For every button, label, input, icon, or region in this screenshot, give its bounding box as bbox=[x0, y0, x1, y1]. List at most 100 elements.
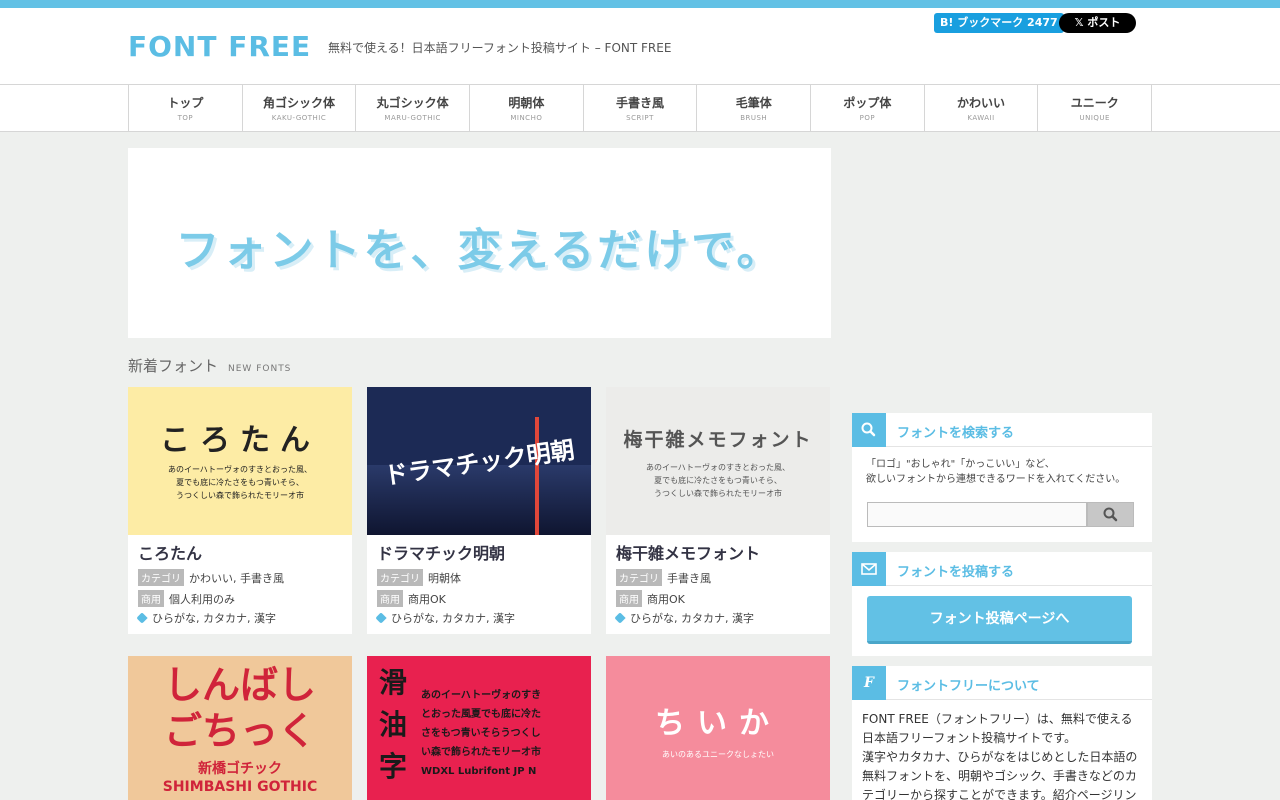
thumbnail-title: 梅干雑メモフォント bbox=[623, 429, 813, 451]
about-widget: F フォントフリーについて FONT FREE（フォントフリー）は、無料で使える… bbox=[852, 666, 1152, 800]
nav-item-kawaii[interactable]: かわいい KAWAII bbox=[925, 85, 1039, 132]
nav-label: 手書き風 bbox=[616, 96, 665, 110]
commercial-value: 商用OK bbox=[647, 593, 685, 606]
nav-sub: TOP bbox=[177, 114, 194, 122]
fontfree-f-icon: F bbox=[852, 666, 886, 700]
font-commercial: 商用 商用OK bbox=[606, 586, 830, 607]
nav-sub: MARU-GOTHIC bbox=[384, 114, 441, 122]
nav-label: かわいい bbox=[957, 96, 1006, 110]
nav-item-pop[interactable]: ポップ体 POP bbox=[811, 85, 925, 132]
site-tagline: 無料で使える！日本語フリーフォント投稿サイト – FONT FREE bbox=[328, 41, 672, 55]
search-description: 「ロゴ」"おしゃれ"「かっこいい」など、 欲しいフォントから連想できるワードを入… bbox=[866, 459, 1126, 485]
nav-item-kaku-gothic[interactable]: 角ゴシック体 KAKU-GOTHIC bbox=[243, 85, 357, 132]
category-value[interactable]: 明朝体 bbox=[428, 572, 461, 585]
widget-title: フォントフリーについて bbox=[897, 679, 1040, 694]
site-header: FONT FREE 無料で使える！日本語フリーフォント投稿サイト – FONT … bbox=[0, 8, 1280, 85]
font-thumbnail[interactable]: 梅干雑メモフォント あのイーハトーヴォのすきとおった風、 夏でも底に冷たさをもつ… bbox=[606, 387, 830, 535]
search-icon bbox=[852, 413, 886, 447]
font-thumbnail[interactable]: 滑 油 字 あのイーハトーヴォのすき とおった風夏でも底に冷た さをもつ青いそら… bbox=[367, 656, 591, 800]
font-card[interactable]: 梅干雑メモフォント あのイーハトーヴォのすきとおった風、 夏でも底に冷たさをもつ… bbox=[606, 387, 830, 634]
font-thumbnail[interactable]: ちいか あいのあるユニークなしょたい bbox=[606, 656, 830, 800]
category-value[interactable]: 手書き風 bbox=[667, 572, 711, 585]
thumbnail-sample: 新橋ゴチック SHIMBASHI GOTHIC bbox=[162, 761, 318, 795]
commercial-label: 商用 bbox=[377, 590, 403, 607]
nav-sub: POP bbox=[859, 114, 876, 122]
widget-header: フォントを投稿する bbox=[852, 552, 1152, 586]
post-font-button[interactable]: フォント投稿ページへ bbox=[867, 596, 1132, 644]
category-nav: トップ TOP 角ゴシック体 KAKU-GOTHIC 丸ゴシック体 MARU-GOTH… bbox=[0, 85, 1280, 132]
thumbnail-title: 滑 油 字 bbox=[379, 666, 408, 783]
hatena-bookmark-button[interactable]: B! ブックマーク 2477 bbox=[934, 13, 1064, 33]
hero-banner[interactable]: フォントを、変えるだけで。 bbox=[128, 148, 831, 338]
thumbnail-sample: あいのあるユニークなしょたい bbox=[662, 750, 774, 759]
commercial-label: 商用 bbox=[616, 590, 642, 607]
search-input[interactable] bbox=[867, 502, 1087, 527]
font-card[interactable]: しんばし ごちっく 新橋ゴチック SHIMBASHI GOTHIC bbox=[128, 656, 352, 800]
thumbnail-sample: あのイーハトーヴォのすきとおった風、 夏でも底に冷たさをもつ青いそら、 うつくし… bbox=[167, 465, 313, 500]
nav-label: 明朝体 bbox=[508, 96, 545, 110]
about-text: FONT FREE（フォントフリー）は、無料で使える日本語フリーフォント投稿サイ… bbox=[862, 712, 1138, 800]
nav-label: 角ゴシック体 bbox=[263, 96, 336, 110]
section-subtitle: NEW FONTS bbox=[228, 364, 292, 374]
nav-label: 毛筆体 bbox=[735, 96, 772, 110]
nav-sub: KAWAII bbox=[967, 114, 995, 122]
nav-label: トップ bbox=[167, 96, 204, 110]
category-label: カテゴリ bbox=[377, 569, 423, 586]
thumbnail-title: ころたん bbox=[160, 423, 320, 458]
widget-header: F フォントフリーについて bbox=[852, 666, 1152, 700]
widget-title: フォントを検索する bbox=[897, 426, 1015, 441]
font-category: カテゴリ 手書き風 bbox=[606, 565, 830, 586]
font-thumbnail[interactable]: ころたん あのイーハトーヴォのすきとおった風、 夏でも底に冷たさをもつ青いそら、… bbox=[128, 387, 352, 535]
search-form bbox=[867, 502, 1134, 527]
top-accent-bar bbox=[0, 0, 1280, 8]
search-widget: フォントを検索する 「ロゴ」"おしゃれ"「かっこいい」など、 欲しいフォントから… bbox=[852, 413, 1152, 542]
nav-sub: UNIQUE bbox=[1079, 114, 1110, 122]
font-tags: ひらがな, カタカナ, 漢字 bbox=[367, 607, 591, 634]
font-tags: ひらがな, カタカナ, 漢字 bbox=[606, 607, 830, 634]
font-category: カテゴリ かわいい, 手書き風 bbox=[128, 565, 352, 586]
tag-icon bbox=[375, 612, 387, 624]
nav-sub: KAKU-GOTHIC bbox=[271, 114, 327, 122]
font-card[interactable]: ドラマチック明朝 ドラマチック明朝 カテゴリ 明朝体 商用 商用OK ひらがな, カ… bbox=[367, 387, 591, 634]
nav-label: ポップ体 bbox=[843, 96, 892, 110]
nav-item-maru-gothic[interactable]: 丸ゴシック体 MARU-GOTHIC bbox=[356, 85, 471, 132]
nav-item-brush[interactable]: 毛筆体 BRUSH bbox=[697, 85, 812, 132]
font-title[interactable]: 梅干雑メモフォント bbox=[606, 535, 830, 565]
x-post-button[interactable]: 𝕏 ポスト bbox=[1059, 13, 1136, 33]
tags-value[interactable]: ひらがな, カタカナ, 漢字 bbox=[152, 612, 276, 625]
font-card[interactable]: ころたん あのイーハトーヴォのすきとおった風、 夏でも底に冷たさをもつ青いそら、… bbox=[128, 387, 352, 634]
font-card[interactable]: 滑 油 字 あのイーハトーヴォのすき とおった風夏でも底に冷た さをもつ青いそら… bbox=[367, 656, 591, 800]
category-label: カテゴリ bbox=[138, 569, 184, 586]
magnifier-icon bbox=[1103, 507, 1117, 522]
nav-item-unique[interactable]: ユニーク UNIQUE bbox=[1038, 85, 1153, 132]
font-title[interactable]: ころたん bbox=[128, 535, 352, 565]
font-thumbnail[interactable]: ドラマチック明朝 bbox=[367, 387, 591, 535]
tags-value[interactable]: ひらがな, カタカナ, 漢字 bbox=[630, 612, 754, 625]
commercial-value: 商用OK bbox=[408, 593, 446, 606]
widget-header: フォントを検索する bbox=[852, 413, 1152, 447]
font-thumbnail[interactable]: しんばし ごちっく 新橋ゴチック SHIMBASHI GOTHIC bbox=[128, 656, 352, 800]
thumbnail-title: ちいか bbox=[655, 706, 781, 741]
nav-sub: BRUSH bbox=[740, 114, 768, 122]
site-logo[interactable]: FONT FREE bbox=[128, 30, 311, 63]
nav-label: 丸ゴシック体 bbox=[376, 96, 449, 110]
font-category: カテゴリ 明朝体 bbox=[367, 565, 591, 586]
search-submit-button[interactable] bbox=[1087, 502, 1134, 527]
nav-item-top[interactable]: トップ TOP bbox=[129, 85, 243, 132]
category-value[interactable]: かわいい, 手書き風 bbox=[189, 572, 284, 585]
font-tags: ひらがな, カタカナ, 漢字 bbox=[128, 607, 352, 634]
font-card[interactable]: ちいか あいのあるユニークなしょたい bbox=[606, 656, 830, 800]
section-title: 新着フォント NEW FONTS bbox=[128, 355, 291, 376]
section-title-text: 新着フォント bbox=[128, 357, 219, 375]
commercial-value: 個人利用のみ bbox=[169, 593, 235, 606]
nav-sub: SCRIPT bbox=[626, 114, 654, 122]
post-widget: フォントを投稿する フォント投稿ページへ bbox=[852, 552, 1152, 656]
nav-sub: MINCHO bbox=[510, 114, 543, 122]
mail-icon bbox=[852, 552, 886, 586]
nav-item-mincho[interactable]: 明朝体 MINCHO bbox=[470, 85, 584, 132]
nav-label: ユニーク bbox=[1070, 96, 1119, 110]
nav-item-script[interactable]: 手書き風 SCRIPT bbox=[584, 85, 698, 132]
font-title[interactable]: ドラマチック明朝 bbox=[367, 535, 591, 565]
hero-text: フォントを、変えるだけで。 bbox=[175, 225, 784, 276]
tags-value[interactable]: ひらがな, カタカナ, 漢字 bbox=[391, 612, 515, 625]
